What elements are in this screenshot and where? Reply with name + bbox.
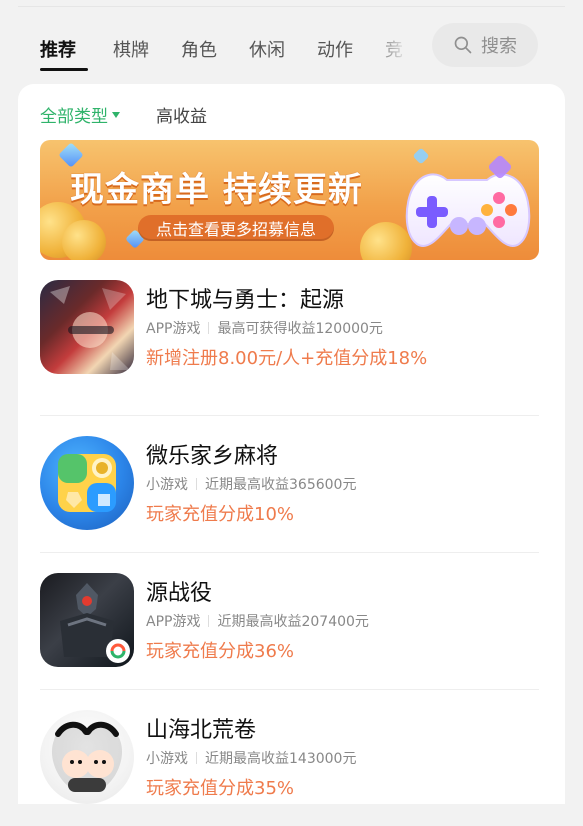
game-list-item[interactable]: 微乐家乡麻将 小游戏 近期最高收益365600元 玩家充值分成10%: [40, 415, 539, 552]
game-type: 小游戏: [146, 751, 188, 767]
category-tabs: 推荐 棋牌 角色 休闲 动作 竞 搜索: [18, 6, 565, 84]
game-type: APP游戏: [146, 614, 201, 630]
meta-divider: [196, 752, 197, 764]
game-title: 源战役: [146, 581, 213, 606]
filter-all-types-label: 全部类型: [40, 106, 108, 127]
meta-divider: [208, 615, 210, 627]
content-panel: 全部类型 高收益 现金商单 持续更新 点击查看更多招募信息 地下城与勇士：起源 …: [18, 84, 565, 804]
tab-casual[interactable]: 休闲: [249, 36, 285, 62]
ink-characters-icon: [40, 710, 134, 804]
filter-high-earning-label: 高收益: [156, 106, 207, 127]
game-title: 地下城与勇士：起源: [146, 288, 345, 313]
mahjong-dice-icon: [40, 436, 134, 530]
anime-hero-illustration: [50, 286, 130, 370]
game-meta: APP游戏 近期最高收益207400元: [146, 611, 369, 631]
game-meta: APP游戏 最高可获得收益120000元: [146, 318, 383, 338]
ink-characters-illustration: [51, 721, 123, 792]
search-icon: [454, 36, 472, 54]
tab-action[interactable]: 动作: [317, 36, 353, 62]
tab-role-playing[interactable]: 角色: [181, 36, 217, 62]
meta-divider: [208, 322, 210, 334]
tab-overflow-fade: [370, 26, 440, 70]
game-reward: 玩家充值分成36%: [146, 641, 295, 662]
game-type: 小游戏: [146, 477, 188, 493]
game-list-item[interactable]: 山海北荒卷 小游戏 近期最高收益143000元 玩家充值分成35%: [40, 689, 539, 826]
filter-high-earning[interactable]: 高收益: [156, 102, 207, 127]
caret-down-icon: [112, 112, 120, 118]
game-reward: 玩家充值分成35%: [146, 778, 295, 799]
promo-banner[interactable]: 现金商单 持续更新 点击查看更多招募信息: [40, 140, 539, 260]
game-list-item[interactable]: 地下城与勇士：起源 APP游戏 最高可获得收益120000元 新增注册8.00元…: [40, 280, 539, 415]
game-earning: 最高可获得收益120000元: [217, 321, 383, 337]
armored-warrior-icon: [40, 573, 134, 667]
mahjong-dice-illustration: [58, 454, 116, 512]
banner-title: 现金商单 持续更新: [70, 170, 363, 210]
filter-all-types[interactable]: 全部类型: [40, 102, 120, 127]
game-controller-icon: [405, 148, 531, 247]
game-list: 地下城与勇士：起源 APP游戏 最高可获得收益120000元 新增注册8.00元…: [40, 280, 539, 826]
game-title: 山海北荒卷: [146, 718, 257, 743]
filter-bar: 全部类型 高收益: [40, 102, 207, 127]
banner-cta-button[interactable]: 点击查看更多招募信息: [138, 215, 335, 241]
search-button[interactable]: 搜索: [432, 23, 538, 67]
game-earning: 近期最高收益365600元: [205, 477, 357, 493]
game-title: 微乐家乡麻将: [146, 444, 279, 469]
tab-recommend[interactable]: 推荐: [40, 36, 76, 62]
game-meta: 小游戏 近期最高收益143000元: [146, 748, 356, 768]
game-earning: 近期最高收益143000元: [205, 751, 357, 767]
search-label: 搜索: [481, 36, 517, 57]
game-reward: 玩家充值分成10%: [146, 504, 295, 525]
game-list-item[interactable]: 源战役 APP游戏 近期最高收益207400元 玩家充值分成36%: [40, 552, 539, 689]
game-reward: 新增注册8.00元/人+充值分成18%: [146, 348, 428, 369]
game-type: APP游戏: [146, 321, 201, 337]
meta-divider: [196, 478, 197, 490]
game-meta: 小游戏 近期最高收益365600元: [146, 474, 356, 494]
armored-warrior-illustration: [60, 583, 130, 663]
anime-hero-icon: [40, 280, 134, 374]
tab-board-card[interactable]: 棋牌: [113, 36, 149, 62]
game-earning: 近期最高收益207400元: [217, 614, 369, 630]
active-tab-indicator: [40, 68, 88, 71]
coin-icon: [62, 220, 106, 260]
